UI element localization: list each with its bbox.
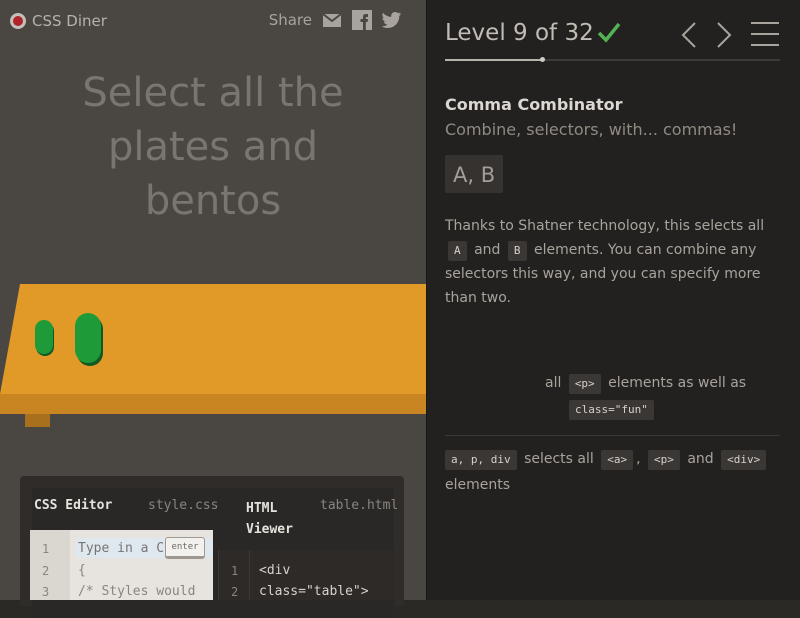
hamburger-menu-icon[interactable]: [751, 22, 779, 46]
example-text: selects all: [524, 451, 594, 467]
html-viewer-title: HTML Viewer: [246, 501, 293, 537]
example-text: elements as well as: [608, 375, 747, 391]
example-item: all <p> elements as well as class="fun": [445, 370, 785, 422]
example-tag: <p>: [568, 374, 601, 394]
example-divider: [445, 435, 780, 436]
css-editor-title: CSS Editor: [34, 498, 113, 513]
html-code-line: class="table">: [259, 584, 369, 599]
share-label: Share: [268, 11, 312, 29]
facebook-icon[interactable]: [352, 10, 372, 30]
enter-button[interactable]: enter: [165, 537, 205, 559]
selector-syntax: A, B: [445, 155, 504, 193]
twitter-icon[interactable]: [382, 10, 402, 30]
table-leg-left: [25, 414, 50, 427]
instructions-sidebar: Level 9 of 32 Comma Combinator Combine, …: [426, 0, 800, 600]
example-text: ,: [636, 451, 641, 467]
example-item: a, p, div selects all <a>, <p> and <div>…: [445, 446, 785, 498]
logo-icon: [10, 13, 26, 29]
line-number: 1: [42, 542, 50, 556]
line-number: 2: [231, 585, 239, 599]
chevron-right-icon[interactable]: [712, 20, 736, 50]
css-line-gutter: [30, 530, 70, 600]
example-tag: class="fun": [569, 400, 654, 420]
chevron-left-icon[interactable]: [677, 20, 701, 50]
html-viewer: 1 2 <div class="table">: [218, 550, 394, 600]
example-text: elements: [445, 477, 511, 493]
top-plates-decoration: [170, 0, 370, 2]
css-file-name: style.css: [148, 498, 219, 513]
html-file-name: table.html: [320, 498, 399, 513]
share-bar: Share: [269, 10, 402, 30]
envelope-icon[interactable]: [322, 10, 342, 30]
line-number: 3: [42, 585, 50, 599]
example-tag: <div>: [721, 450, 767, 470]
level-title: Level 9 of 32: [445, 20, 594, 46]
selector-hint: Thanks to Shatner technology, this selec…: [445, 214, 785, 310]
app-name: CSS Diner: [32, 12, 107, 30]
order-instruction: Select all the plates and bentos: [82, 70, 344, 224]
progress-fill: [445, 59, 543, 61]
selector-name: Comma Combinator: [445, 95, 623, 114]
checkmark-icon: [597, 20, 621, 51]
pickle-item-2[interactable]: [75, 313, 103, 366]
example-tag: a, p, div: [445, 450, 517, 470]
app-logo[interactable]: CSS Diner: [10, 12, 107, 30]
css-code-line: /* Styles would: [78, 584, 196, 599]
example-text: and: [687, 451, 714, 467]
selector-title: Combine, selectors, with... commas!: [445, 120, 738, 139]
hint-tag: B: [507, 241, 527, 261]
example-tag: <a>: [601, 450, 634, 470]
line-number: 1: [231, 564, 239, 578]
example-text: all: [545, 375, 562, 391]
level-progress-bar: [445, 57, 780, 62]
line-number: 2: [42, 564, 50, 578]
progress-marker: [540, 57, 546, 62]
html-code-line: <div: [259, 563, 291, 578]
hint-text: and: [474, 242, 501, 258]
pickle-item-1[interactable]: [35, 320, 54, 356]
hint-text: Thanks to Shatner technology, this selec…: [445, 218, 765, 234]
hint-tag: A: [448, 241, 467, 261]
css-code-line: {: [78, 563, 86, 578]
example-tag: <p>: [648, 450, 680, 470]
